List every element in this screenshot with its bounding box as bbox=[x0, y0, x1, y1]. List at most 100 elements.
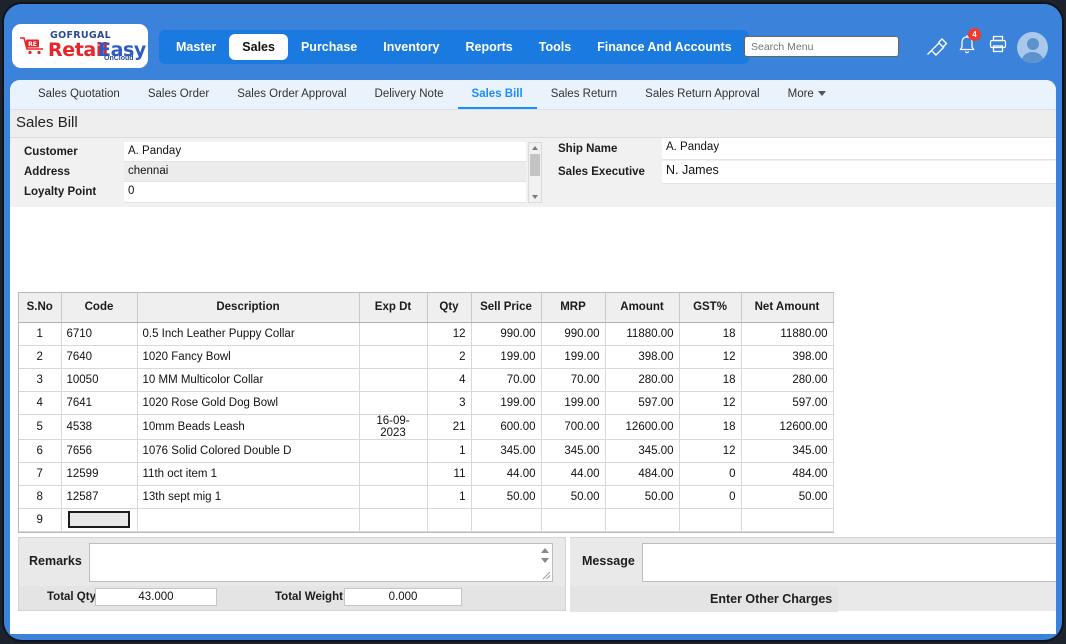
entry-row-cell[interactable] bbox=[741, 508, 833, 531]
table-row[interactable]: 167100.5 Inch Leather Puppy Collar12990.… bbox=[19, 322, 833, 345]
cell-mrp[interactable]: 199.00 bbox=[541, 345, 605, 368]
cell-sno[interactable]: 6 bbox=[19, 439, 61, 462]
loyalty-point-field[interactable]: 0 bbox=[124, 182, 526, 203]
cell-exp-dt[interactable] bbox=[359, 345, 427, 368]
cell-net-amount[interactable]: 11880.00 bbox=[741, 322, 833, 345]
cell-amount[interactable]: 484.00 bbox=[605, 462, 679, 485]
col-exp-dt[interactable]: Exp Dt bbox=[359, 293, 427, 322]
cell-qty[interactable]: 21 bbox=[427, 414, 471, 439]
spinner-down-icon[interactable] bbox=[541, 558, 549, 563]
nav-item-sales[interactable]: Sales bbox=[229, 34, 288, 60]
entry-row-cell[interactable] bbox=[605, 508, 679, 531]
nav-item-tools[interactable]: Tools bbox=[526, 34, 584, 60]
search-input[interactable] bbox=[744, 36, 899, 57]
cell-amount[interactable]: 11880.00 bbox=[605, 322, 679, 345]
cell-description[interactable]: 10 MM Multicolor Collar bbox=[137, 368, 359, 391]
cell-qty[interactable]: 1 bbox=[427, 439, 471, 462]
bell-icon[interactable]: 4 bbox=[957, 34, 981, 60]
tab-more[interactable]: More bbox=[774, 80, 840, 109]
cell-sell-price[interactable]: 50.00 bbox=[471, 485, 541, 508]
table-row[interactable]: 81258713th sept mig 1150.0050.0050.00050… bbox=[19, 485, 833, 508]
cell-net-amount[interactable]: 280.00 bbox=[741, 368, 833, 391]
sales-executive-field[interactable]: N. James bbox=[662, 161, 1056, 184]
table-row[interactable]: 276401020 Fancy Bowl2199.00199.00398.001… bbox=[19, 345, 833, 368]
cell-sell-price[interactable]: 345.00 bbox=[471, 439, 541, 462]
cell-sno[interactable]: 1 bbox=[19, 322, 61, 345]
cell-mrp[interactable]: 44.00 bbox=[541, 462, 605, 485]
entry-row-sno[interactable]: 9 bbox=[19, 508, 61, 531]
nav-item-reports[interactable]: Reports bbox=[453, 34, 526, 60]
avatar[interactable] bbox=[1017, 32, 1048, 63]
cell-gst[interactable]: 12 bbox=[679, 391, 741, 414]
entry-row-cell[interactable] bbox=[541, 508, 605, 531]
cell-gst[interactable]: 12 bbox=[679, 345, 741, 368]
cell-gst[interactable]: 18 bbox=[679, 414, 741, 439]
col-net-amount[interactable]: Net Amount bbox=[741, 293, 833, 322]
message-textarea[interactable] bbox=[642, 543, 1056, 582]
nav-item-purchase[interactable]: Purchase bbox=[288, 34, 370, 60]
cell-gst[interactable]: 18 bbox=[679, 322, 741, 345]
col-sno[interactable]: S.No bbox=[19, 293, 61, 322]
cell-sno[interactable]: 8 bbox=[19, 485, 61, 508]
cell-sno[interactable]: 5 bbox=[19, 414, 61, 439]
cell-exp-dt[interactable]: 16-09-2023 bbox=[359, 414, 427, 439]
cell-qty[interactable]: 4 bbox=[427, 368, 471, 391]
scroll-up-icon[interactable] bbox=[532, 146, 538, 150]
scroll-thumb[interactable] bbox=[530, 154, 540, 176]
cell-code[interactable]: 10050 bbox=[61, 368, 137, 391]
nav-item-finance-and-accounts[interactable]: Finance And Accounts bbox=[584, 34, 745, 60]
cell-net-amount[interactable]: 50.00 bbox=[741, 485, 833, 508]
entry-row-code-input[interactable] bbox=[68, 511, 130, 528]
cell-exp-dt[interactable] bbox=[359, 462, 427, 485]
cell-description[interactable]: 1020 Rose Gold Dog Bowl bbox=[137, 391, 359, 414]
table-row[interactable]: 5453810mm Beads Leash16-09-202321600.007… bbox=[19, 414, 833, 439]
col-qty[interactable]: Qty bbox=[427, 293, 471, 322]
col-sell-price[interactable]: Sell Price bbox=[471, 293, 541, 322]
cell-amount[interactable]: 12600.00 bbox=[605, 414, 679, 439]
cell-code[interactable]: 6710 bbox=[61, 322, 137, 345]
col-amount[interactable]: Amount bbox=[605, 293, 679, 322]
ship-name-field[interactable]: A. Panday bbox=[662, 138, 1056, 160]
tab-sales-order-approval[interactable]: Sales Order Approval bbox=[223, 80, 360, 109]
cell-exp-dt[interactable] bbox=[359, 485, 427, 508]
cell-qty[interactable]: 2 bbox=[427, 345, 471, 368]
cell-net-amount[interactable]: 345.00 bbox=[741, 439, 833, 462]
cell-qty[interactable]: 1 bbox=[427, 485, 471, 508]
resize-grip-icon[interactable] bbox=[542, 571, 551, 580]
cell-qty[interactable]: 12 bbox=[427, 322, 471, 345]
cell-description[interactable]: 10mm Beads Leash bbox=[137, 414, 359, 439]
cell-sell-price[interactable]: 70.00 bbox=[471, 368, 541, 391]
enter-other-charges-button[interactable]: Enter Other Charges bbox=[710, 592, 832, 606]
col-mrp[interactable]: MRP bbox=[541, 293, 605, 322]
entry-row-cell[interactable] bbox=[137, 508, 359, 531]
cell-code[interactable]: 7640 bbox=[61, 345, 137, 368]
cell-net-amount[interactable]: 398.00 bbox=[741, 345, 833, 368]
remarks-spinner[interactable] bbox=[539, 547, 550, 565]
entry-row-cell[interactable] bbox=[427, 508, 471, 531]
cell-mrp[interactable]: 199.00 bbox=[541, 391, 605, 414]
cell-sno[interactable]: 7 bbox=[19, 462, 61, 485]
cell-qty[interactable]: 11 bbox=[427, 462, 471, 485]
cell-sell-price[interactable]: 600.00 bbox=[471, 414, 541, 439]
spinner-up-icon[interactable] bbox=[541, 548, 549, 553]
cell-net-amount[interactable]: 12600.00 bbox=[741, 414, 833, 439]
cell-sell-price[interactable]: 199.00 bbox=[471, 391, 541, 414]
table-row[interactable]: 676561076 Solid Colored Double D1345.003… bbox=[19, 439, 833, 462]
cell-amount[interactable]: 280.00 bbox=[605, 368, 679, 391]
tab-sales-return[interactable]: Sales Return bbox=[537, 80, 631, 109]
address-field[interactable]: chennai bbox=[124, 162, 526, 182]
cell-amount[interactable]: 398.00 bbox=[605, 345, 679, 368]
cell-code[interactable]: 12599 bbox=[61, 462, 137, 485]
cell-exp-dt[interactable] bbox=[359, 391, 427, 414]
cell-amount[interactable]: 597.00 bbox=[605, 391, 679, 414]
tab-delivery-note[interactable]: Delivery Note bbox=[361, 80, 458, 109]
col-gst[interactable]: GST% bbox=[679, 293, 741, 322]
cell-code[interactable]: 7641 bbox=[61, 391, 137, 414]
cell-sno[interactable]: 3 bbox=[19, 368, 61, 391]
paint-brush-icon[interactable] bbox=[924, 34, 948, 60]
table-entry-row[interactable]: 9 bbox=[19, 508, 833, 531]
cell-description[interactable]: 11th oct item 1 bbox=[137, 462, 359, 485]
cell-mrp[interactable]: 345.00 bbox=[541, 439, 605, 462]
customer-panel-scrollbar[interactable] bbox=[528, 142, 542, 203]
cell-code[interactable]: 12587 bbox=[61, 485, 137, 508]
